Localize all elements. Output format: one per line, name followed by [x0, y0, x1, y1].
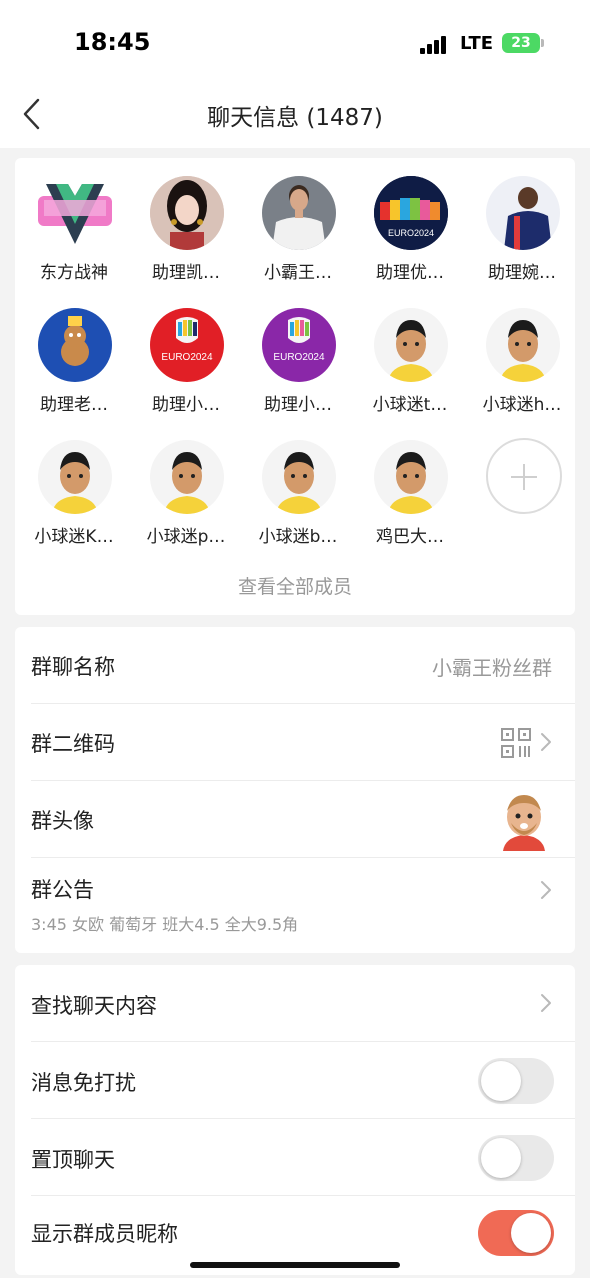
group-notice-label: 群公告: [31, 878, 94, 902]
nickname-row: 显示群成员昵称: [15, 1196, 575, 1272]
member-item[interactable]: 小球迷t…: [353, 290, 465, 415]
status-time: 18:45: [74, 28, 151, 56]
member-item[interactable]: 助理凯…: [129, 158, 241, 283]
svg-text:EURO2024: EURO2024: [273, 352, 325, 363]
avatar: [374, 440, 448, 514]
member-item[interactable]: 东方战神: [17, 158, 129, 283]
member-name: 小球迷h…: [482, 395, 562, 415]
members-card: 东方战神 助理凯… 小霸王… EURO2024 助理优… 助理婉… 助理老… E…: [15, 158, 575, 615]
pin-label: 置顶聊天: [31, 1148, 115, 1172]
nickname-toggle[interactable]: [478, 1210, 554, 1256]
member-item[interactable]: 小球迷h…: [465, 290, 577, 415]
avatar: EURO2024: [262, 308, 336, 382]
member-item[interactable]: 小球迷p…: [129, 422, 241, 547]
group-name-value: 小霸王粉丝群: [432, 656, 552, 680]
group-notice-text: 3:45 女欧 葡萄牙 班大4.5 全大9.5角: [31, 915, 299, 934]
member-item[interactable]: EURO2024 助理小…: [241, 290, 353, 415]
member-name: 助理婉…: [488, 263, 556, 283]
group-qrcode-row[interactable]: 群二维码: [15, 704, 575, 780]
mute-toggle[interactable]: [478, 1058, 554, 1104]
member-name: 鸡巴大…: [376, 527, 444, 547]
member-name: 东方战神: [40, 263, 108, 283]
battery-tip: [541, 39, 544, 47]
home-indicator: [190, 1262, 400, 1268]
member-name: 助理优…: [376, 263, 444, 283]
member-name: 小球迷K…: [34, 527, 114, 547]
page-title: 聊天信息 (1487): [207, 105, 383, 131]
pin-row: 置顶聊天: [15, 1119, 575, 1195]
svg-text:EURO2024: EURO2024: [161, 352, 213, 363]
member-item[interactable]: 小霸王…: [241, 158, 353, 283]
chevron-right-icon: [541, 733, 551, 751]
member-item[interactable]: 助理老…: [17, 290, 129, 415]
signal-icon: [420, 36, 450, 54]
nickname-label: 显示群成员昵称: [31, 1222, 178, 1246]
group-avatar: [493, 789, 555, 851]
group-name-row[interactable]: 群聊名称 小霸王粉丝群: [15, 627, 575, 703]
avatar: [150, 440, 224, 514]
pin-toggle[interactable]: [478, 1135, 554, 1181]
member-name: 小球迷t…: [372, 395, 448, 415]
group-qrcode-label: 群二维码: [31, 732, 115, 756]
toggle-knob: [481, 1138, 521, 1178]
group-avatar-label: 群头像: [31, 809, 94, 833]
member-name: 小球迷b…: [258, 527, 338, 547]
search-chat-label: 查找聊天内容: [31, 994, 157, 1018]
member-item[interactable]: 小球迷K…: [17, 422, 129, 547]
group-avatar-row[interactable]: 群头像: [15, 781, 575, 857]
avatar: EURO2024: [374, 176, 448, 250]
nav-bar: 聊天信息 (1487): [0, 80, 590, 148]
member-name: 助理小…: [264, 395, 332, 415]
member-item[interactable]: 助理婉…: [465, 158, 577, 283]
chevron-right-icon: [541, 994, 551, 1012]
chevron-right-icon: [541, 881, 551, 899]
qr-code-icon: [501, 728, 531, 758]
avatar: EURO2024: [150, 308, 224, 382]
avatar: [150, 176, 224, 250]
settings-card: 查找聊天内容 消息免打扰 置顶聊天 显示群成员昵称: [15, 965, 575, 1275]
member-item[interactable]: EURO2024 助理小…: [129, 290, 241, 415]
status-bar: 18:45 LTE 23: [0, 0, 590, 80]
mute-row: 消息免打扰: [15, 1042, 575, 1118]
add-member-button[interactable]: [486, 438, 562, 514]
avatar: [38, 440, 112, 514]
member-item[interactable]: 小球迷b…: [241, 422, 353, 547]
search-chat-row[interactable]: 查找聊天内容: [15, 965, 575, 1041]
member-name: 助理老…: [40, 395, 108, 415]
view-all-members-link[interactable]: 查看全部成员: [15, 572, 575, 599]
group-info-card: 群聊名称 小霸王粉丝群 群二维码 群头像 群公告 3:45 女欧 葡萄牙 班大4…: [15, 627, 575, 953]
avatar: [374, 308, 448, 382]
member-name: 助理凯…: [152, 263, 220, 283]
member-name: 小霸王…: [264, 263, 332, 283]
toggle-knob: [481, 1061, 521, 1101]
mute-label: 消息免打扰: [31, 1071, 136, 1095]
avatar: [38, 308, 112, 382]
avatar: [486, 176, 560, 250]
network-type: LTE: [460, 33, 494, 54]
avatar: [262, 176, 336, 250]
member-item[interactable]: EURO2024 助理优…: [353, 158, 465, 283]
group-notice-row[interactable]: 群公告: [15, 858, 575, 953]
member-name: 小球迷p…: [146, 527, 226, 547]
group-name-label: 群聊名称: [31, 655, 115, 679]
avatar: [262, 440, 336, 514]
battery-icon: 23: [502, 33, 540, 53]
avatar: [38, 176, 112, 250]
toggle-knob: [511, 1213, 551, 1253]
member-item[interactable]: 鸡巴大…: [353, 422, 465, 547]
avatar: [486, 308, 560, 382]
svg-text:EURO2024: EURO2024: [388, 228, 434, 238]
member-name: 助理小…: [152, 395, 220, 415]
